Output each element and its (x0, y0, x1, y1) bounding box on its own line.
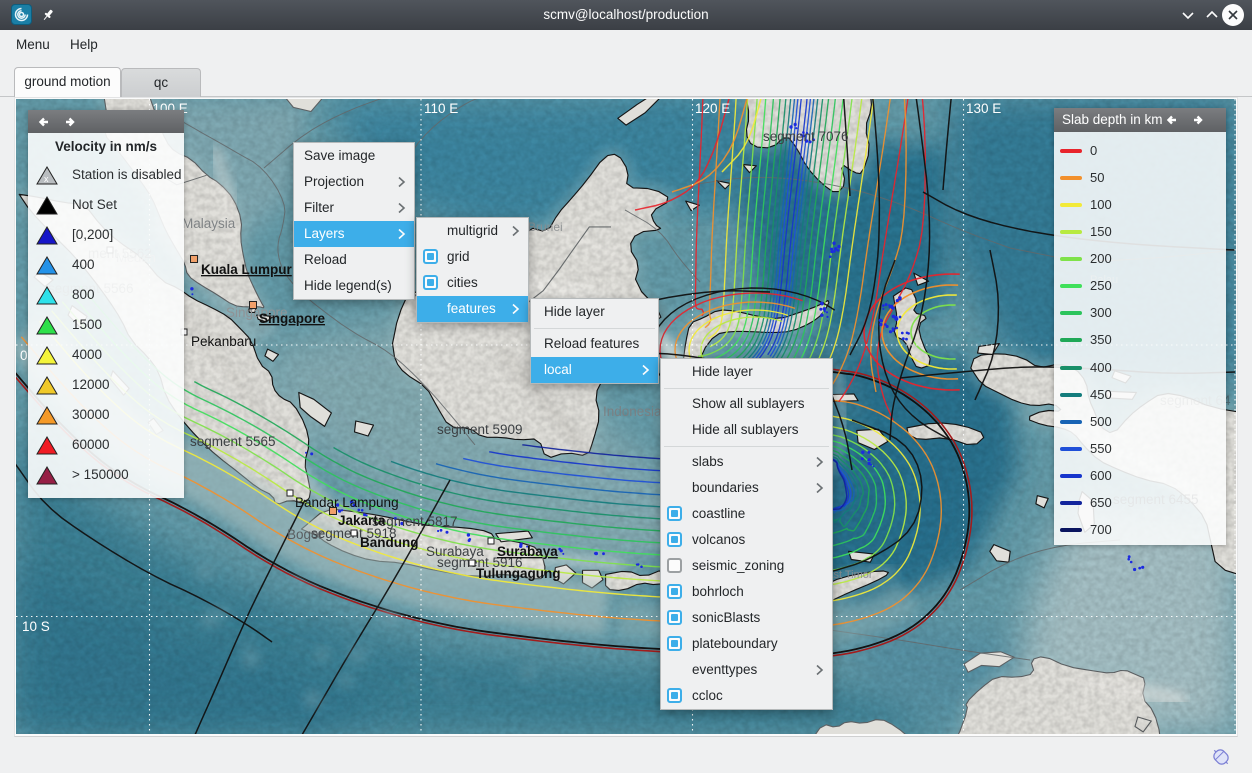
svg-text:Brunei: Brunei (528, 220, 563, 234)
svg-text:Surabaya: Surabaya (426, 544, 484, 559)
svg-text:Malaysia: Malaysia (182, 216, 236, 231)
svg-text:Pekanbaru: Pekanbaru (191, 334, 256, 349)
svg-text:130 E: 130 E (966, 101, 1001, 116)
svg-text:segment 5909: segment 5909 (437, 422, 523, 437)
svg-text:segment 5565: segment 5565 (190, 434, 276, 449)
svg-text:0: 0 (20, 348, 28, 363)
svg-text:x: x (44, 174, 49, 184)
svg-text:Tulungagung: Tulungagung (476, 566, 560, 581)
svg-text:Kuala Lumpur: Kuala Lumpur (201, 262, 293, 277)
svg-text:Singapore: Singapore (259, 311, 326, 326)
svg-text:10 S: 10 S (22, 619, 50, 634)
svg-text:Bogor: Bogor (287, 527, 324, 542)
svg-text:110 E: 110 E (424, 101, 458, 116)
svg-text:Jakarta: Jakarta (338, 513, 386, 528)
svg-text:Bandar Lampung: Bandar Lampung (295, 495, 399, 510)
svg-text:Bandung: Bandung (360, 535, 419, 550)
svg-text:segment 7076: segment 7076 (763, 129, 849, 144)
svg-text:Surabaya: Surabaya (497, 544, 558, 559)
svg-text:Indonesia: Indonesia (603, 404, 662, 419)
svg-text:120 E: 120 E (695, 101, 730, 116)
